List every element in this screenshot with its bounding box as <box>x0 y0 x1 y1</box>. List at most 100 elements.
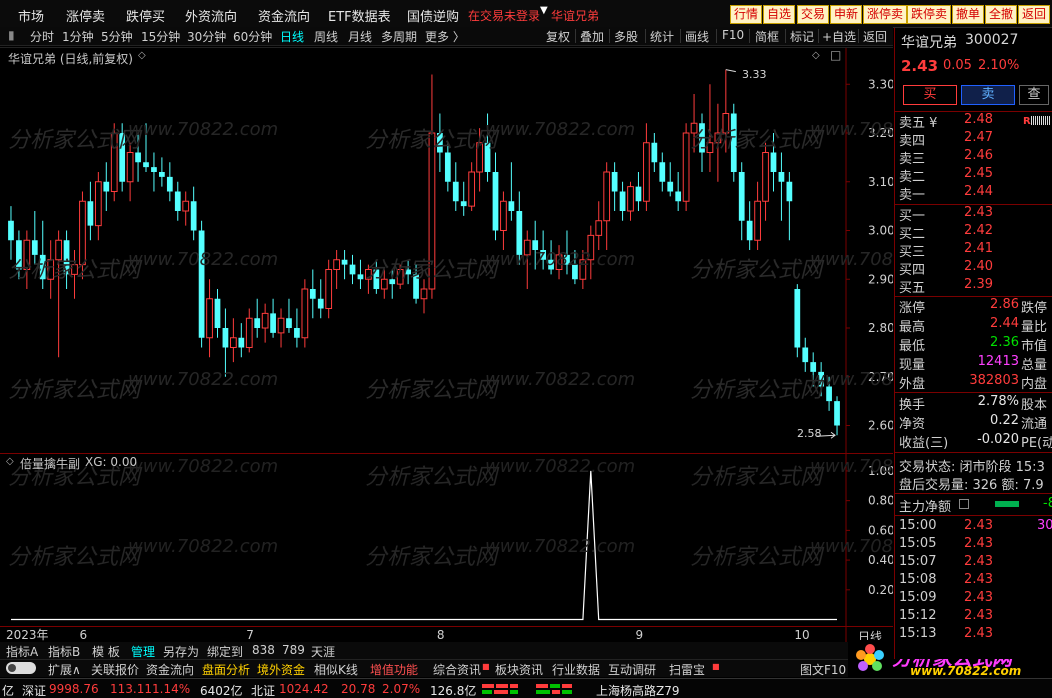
tab-interactive-research[interactable]: 互动调研 <box>608 661 656 678</box>
menu-capital-flow[interactable]: 资金流向 <box>258 6 310 25</box>
period-15min[interactable]: 15分钟 <box>141 28 180 45</box>
net-flow-menu-icon[interactable] <box>959 499 969 509</box>
tab-sector-news[interactable]: 板块资讯 <box>495 661 543 678</box>
sell-button[interactable]: 卖 <box>961 85 1015 105</box>
tab-save-as[interactable]: 另存为 <box>163 643 199 660</box>
tab-manage[interactable]: 管理 <box>131 643 155 660</box>
quick-back-button[interactable]: 返回 <box>1018 5 1051 24</box>
menu-etf-table[interactable]: ETF数据表 <box>328 6 391 25</box>
add-watchlist-button[interactable]: +自选 <box>822 28 856 45</box>
tab-indicator-a[interactable]: 指标A <box>6 643 38 660</box>
tab-f10-text[interactable]: 图文F10 <box>800 661 846 678</box>
period-intraday[interactable]: 分时 <box>30 28 54 45</box>
menu-limit-down-buy[interactable]: 跌停买 <box>126 6 165 25</box>
toolbar-grip-icon: ▮ <box>8 28 15 42</box>
date-axis-svg: 2023年 6 7 8 9 10 <box>6 627 847 643</box>
period-1min[interactable]: 1分钟 <box>62 28 94 45</box>
high-arrow <box>725 69 736 73</box>
period-weekly[interactable]: 周线 <box>314 28 338 45</box>
overlay-button[interactable]: 叠加 <box>580 28 604 45</box>
tab-related-quotes[interactable]: 关联报价 <box>91 661 139 678</box>
y-tick-label: 3.00 <box>868 224 893 238</box>
login-notice[interactable]: 在交易未登录 <box>468 7 540 24</box>
quick-trade-button[interactable]: 交易 <box>797 5 830 24</box>
simple-frame-button[interactable]: 简框 <box>755 28 779 45</box>
draw-line-button[interactable]: 画线 <box>685 28 709 45</box>
statistics-button[interactable]: 统计 <box>650 28 674 45</box>
barcode-icon <box>1031 116 1051 125</box>
menu-market[interactable]: 市场 <box>18 6 44 25</box>
tab-838[interactable]: 838 <box>252 643 275 657</box>
candle-body-up <box>603 171 611 222</box>
candle-body-down <box>143 162 149 168</box>
period-multi[interactable]: 多周期 <box>381 28 417 45</box>
tab-industry-data[interactable]: 行业数据 <box>552 661 600 678</box>
tab-bind-to[interactable]: 绑定到 <box>207 643 243 660</box>
tab-capital-flow[interactable]: 资金流向 <box>146 661 194 678</box>
indicator-tabs: 指标A 指标B 模 板 管理 另存为 绑定到 838 789 天涯 <box>0 642 893 659</box>
tab-tianya[interactable]: 天涯 <box>311 643 335 660</box>
tab-overseas-capital[interactable]: 境外资金 <box>257 661 305 678</box>
buy-button[interactable]: 买 <box>903 85 957 105</box>
toolbar-divider <box>716 29 717 43</box>
date-axis: 2023年 6 7 8 9 10 日线 <box>0 626 893 644</box>
quick-ipo-button[interactable]: 申新 <box>830 5 863 24</box>
indicator-chart[interactable]: 1.00 0.80 0.60 0.40 0.20 分析家公式网 www.70822.com 分… <box>0 453 893 626</box>
tab-news[interactable]: 综合资讯 <box>433 661 481 678</box>
tab-similar-kline[interactable]: 相似K线 <box>314 661 358 678</box>
period-more[interactable]: 更多 〉 <box>425 28 465 45</box>
menu-reverse-repo[interactable]: 国债逆购 <box>407 6 459 25</box>
dropdown-icon[interactable]: ▼ <box>540 5 548 16</box>
quick-watchlist-button[interactable]: 自选 <box>763 5 796 24</box>
quick-cancel-all-button[interactable]: 全撤 <box>985 5 1018 24</box>
period-monthly[interactable]: 月线 <box>348 28 372 45</box>
multi-stock-button[interactable]: 多股 <box>614 28 638 45</box>
quick-cancel-button[interactable]: 撤单 <box>952 5 985 24</box>
quick-limit-up-sell-button[interactable]: 涨停卖 <box>863 5 908 24</box>
tab-market-analysis[interactable]: 盘面分析 <box>202 661 250 678</box>
candle-body-down <box>190 201 197 231</box>
candle-body-up <box>230 337 237 348</box>
r-badge: R <box>1023 116 1031 127</box>
candle-body-down <box>611 172 618 192</box>
net-flow-row[interactable]: 主力净额 -8 <box>899 496 1052 515</box>
query-button[interactable]: 查 <box>1019 85 1049 105</box>
period-5min[interactable]: 5分钟 <box>101 28 133 45</box>
toolbar-divider <box>575 29 576 43</box>
menu-limit-up-sell[interactable]: 涨停卖 <box>66 6 105 25</box>
period-daily[interactable]: 日线 <box>280 28 304 45</box>
candlestick-chart[interactable]: 3.30 3.20 3.10 3.00 2.90 2.80 2.70 2.60 分析家公式网 ww… <box>0 47 893 453</box>
tab-789[interactable]: 789 <box>282 643 305 657</box>
return-button[interactable]: 返回 <box>863 28 887 45</box>
tab-template[interactable]: 模 板 <box>92 643 120 660</box>
adjust-button[interactable]: 复权 <box>546 28 570 45</box>
bz-index-label[interactable]: 北证 <box>251 682 275 698</box>
period-30min[interactable]: 30分钟 <box>187 28 226 45</box>
chart-menu-icon[interactable]: ◇ <box>138 50 146 61</box>
sz-index-label[interactable]: 深证 <box>22 682 46 698</box>
quick-quote-button[interactable]: 行情 <box>730 5 763 24</box>
f10-button[interactable]: F10 <box>722 28 744 42</box>
quick-limit-down-sell-button[interactable]: 跌停卖 <box>907 5 952 24</box>
mark-button[interactable]: 标记 <box>790 28 814 45</box>
tab-value-added[interactable]: 增值功能 <box>370 661 418 678</box>
status-prefix: 亿 <box>2 684 15 698</box>
period-60min[interactable]: 60分钟 <box>233 28 272 45</box>
watermark-text: 分析家公式网 <box>365 128 500 153</box>
stat-row-outer: 外盘 382803 内盘 <box>899 373 1048 392</box>
tab-mine-sweeper[interactable]: 扫雷宝 <box>669 661 705 678</box>
chart-maximize-icon[interactable]: □ <box>830 48 841 62</box>
candle-body-down <box>87 201 94 226</box>
y-tick-label: 3.30 <box>868 77 893 91</box>
menu-foreign-flow[interactable]: 外资流向 <box>185 6 237 25</box>
tab-indicator-b[interactable]: 指标B <box>48 643 80 660</box>
candle-body-up <box>245 317 253 348</box>
stock-code: 300027 <box>965 32 1019 48</box>
indicator-menu-icon[interactable]: ◇ <box>6 456 14 467</box>
chart-settings-icon[interactable]: ◇ <box>812 50 820 61</box>
watermark-text: 分析家公式网 <box>8 545 143 570</box>
tab-expand[interactable]: 扩展∧ <box>48 661 81 678</box>
sz-index-pct: 1.14% <box>152 682 191 696</box>
candle-body-down <box>778 172 785 182</box>
candle-body-down <box>214 298 221 328</box>
